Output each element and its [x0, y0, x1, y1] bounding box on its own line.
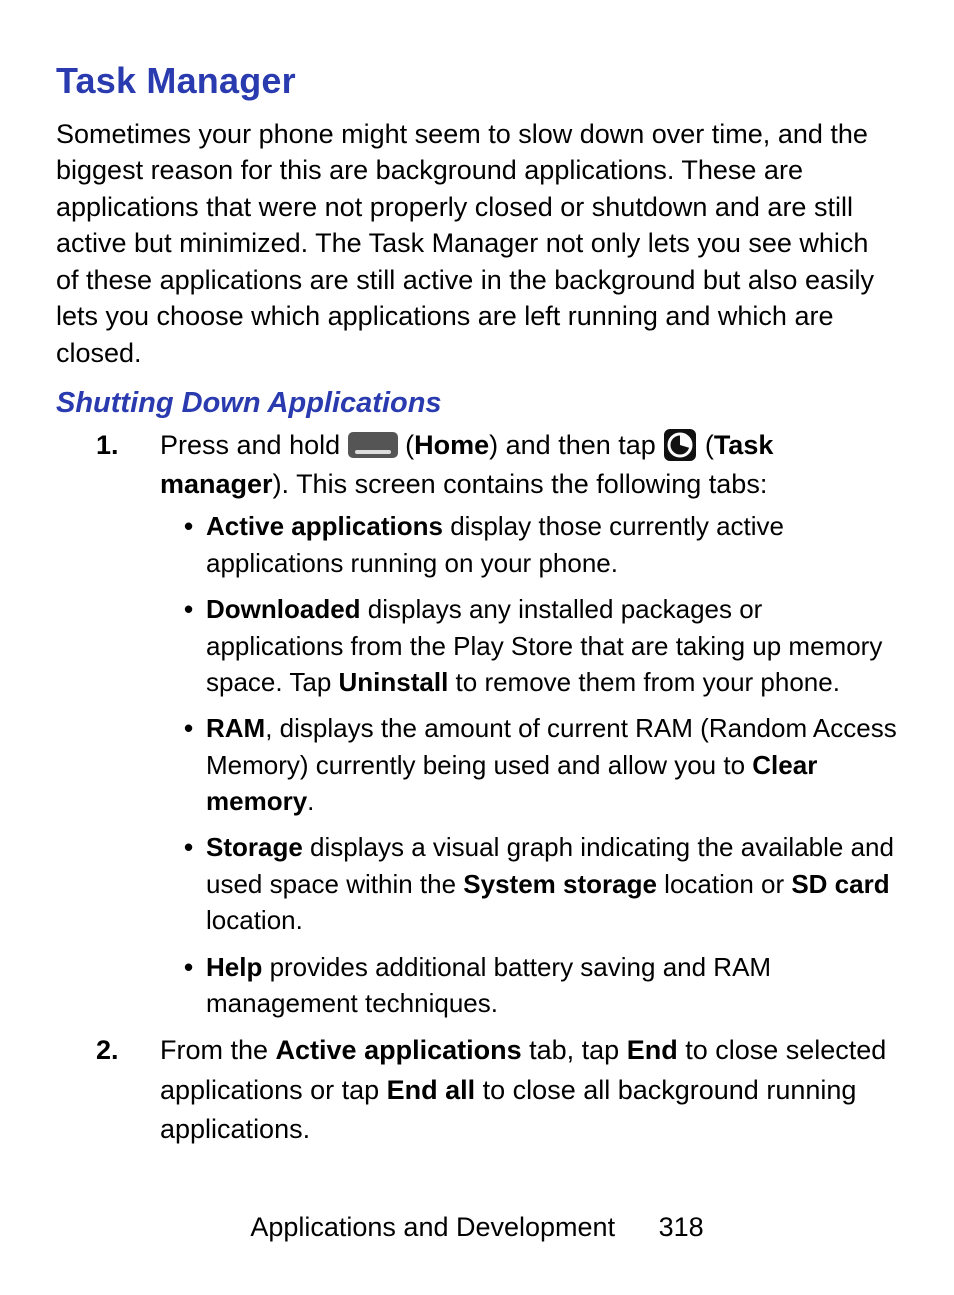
bullet-downloaded: Downloaded displays any installed packag… [184, 591, 898, 700]
help-label: Help [206, 952, 262, 982]
step-number: 1. [96, 426, 119, 465]
system-storage-label: System storage [463, 869, 657, 899]
sd-card-label: SD card [791, 869, 889, 899]
step-2: 2. From the Active applications tab, tap… [96, 1031, 898, 1148]
step-1-text-1: Press and hold [160, 430, 348, 460]
task-manager-icon [663, 428, 697, 462]
storage-label: Storage [206, 832, 303, 862]
storage-text-3: location. [206, 905, 303, 935]
step-1-text-2: ) and then tap [489, 430, 663, 460]
step-1-text-3: ). This screen contains the following ta… [273, 469, 768, 499]
intro-paragraph: Sometimes your phone might seem to slow … [56, 116, 898, 371]
step-2-text-1: From the [160, 1035, 276, 1065]
downloaded-text-2: to remove them from your phone. [448, 667, 840, 697]
bullet-storage: Storage displays a visual graph indicati… [184, 829, 898, 938]
page-footer: Applications and Development 318 [0, 1212, 954, 1243]
active-applications-label: Active applications [206, 511, 443, 541]
footer-page-number: 318 [659, 1212, 704, 1243]
manual-page: Task Manager Sometimes your phone might … [0, 0, 954, 1295]
uninstall-label: Uninstall [339, 667, 449, 697]
ram-label: RAM [206, 713, 265, 743]
end-label: End [627, 1035, 678, 1065]
help-text: provides additional battery saving and R… [206, 952, 771, 1018]
tabs-bullet-list: Active applications display those curren… [160, 508, 898, 1021]
subsection-title: Shutting Down Applications [56, 387, 898, 420]
bullet-active-applications: Active applications display those curren… [184, 508, 898, 581]
downloaded-label: Downloaded [206, 594, 361, 624]
step-1-home-paren: (Home [405, 430, 489, 460]
page-title: Task Manager [56, 60, 898, 102]
step-number: 2. [96, 1031, 119, 1070]
bullet-help: Help provides additional battery saving … [184, 949, 898, 1022]
end-all-label: End all [387, 1075, 476, 1105]
bullet-ram: RAM, displays the amount of current RAM … [184, 710, 898, 819]
active-applications-tab-label: Active applications [276, 1035, 522, 1065]
home-label: Home [414, 430, 489, 460]
ram-text-2: . [307, 786, 314, 816]
step-1: 1. Press and hold (Home) and then tap (T… [96, 426, 898, 1021]
home-button-icon [348, 432, 398, 458]
step-2-text-2: tab, tap [522, 1035, 627, 1065]
footer-section-name: Applications and Development [250, 1212, 615, 1243]
steps-list: 1. Press and hold (Home) and then tap (T… [56, 426, 898, 1149]
storage-text-2: location or [657, 869, 791, 899]
